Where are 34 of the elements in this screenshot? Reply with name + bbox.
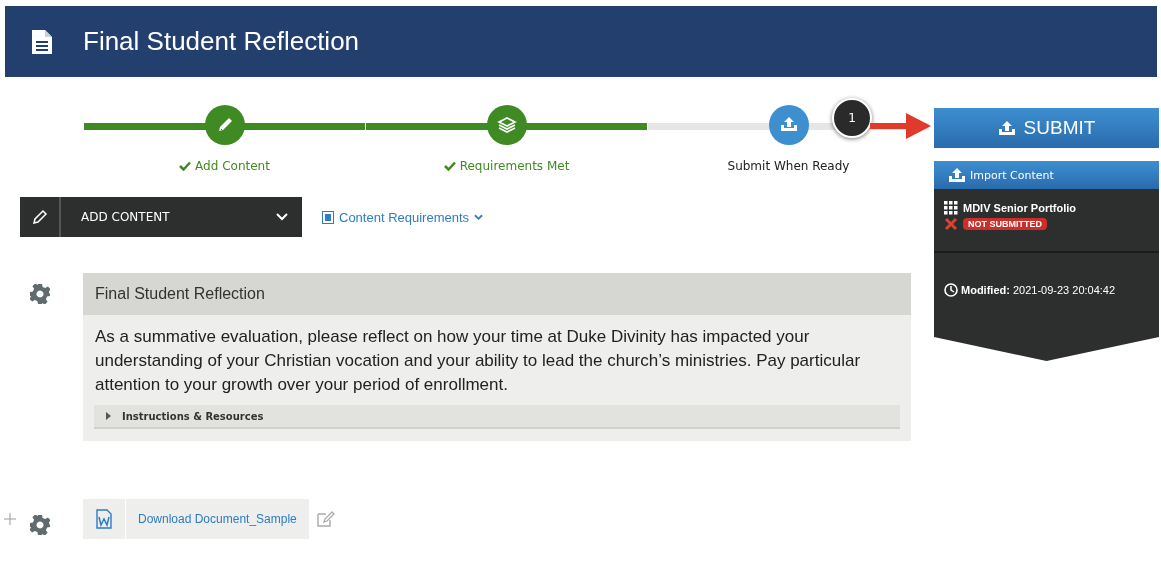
instructions-toggle[interactable]: Instructions & Resources (94, 405, 900, 429)
page-title: Final Student Reflection (83, 26, 360, 57)
step-label: Requirements Met (459, 159, 570, 173)
step-icon[interactable] (768, 105, 809, 145)
gear-icon[interactable] (30, 284, 50, 304)
card-body-text: As a summative evaluation, please reflect on how your time at Duke Divinity has impacted your understanding of your Christian vocation and your ability to lead the church’s ministries. Pay particular attention to your growth over your period of enrollment. (94, 326, 862, 396)
card-title: Final Student Reflection (83, 273, 911, 315)
cross-icon (944, 217, 958, 231)
modified-text: Modified: 2021-09-23 20:04:42 (961, 284, 1116, 296)
grid-icon (944, 201, 958, 215)
content-requirements-link[interactable]: Content Requirements (322, 209, 484, 225)
triangle-icon (104, 412, 112, 420)
import-content-header[interactable]: Import Content (934, 161, 1159, 189)
upload-icon (997, 120, 1016, 136)
pencil-icon (31, 209, 48, 225)
checkmark-icon (179, 161, 192, 171)
step-label: Add Content (195, 159, 270, 173)
portfolio-name: MDIV Senior Portfolio (963, 202, 1077, 214)
word-document-icon (96, 509, 112, 529)
chevron-down-icon (474, 213, 484, 221)
checkmark-icon (443, 161, 456, 171)
step-label: Submit When Ready (727, 159, 850, 173)
clock-icon (944, 283, 958, 297)
move-handle-icon[interactable] (4, 513, 16, 525)
chevron-down-icon (276, 213, 288, 221)
list-icon (322, 210, 334, 224)
edit-icon[interactable] (316, 511, 335, 527)
status-badge: NOT SUBMITTED (963, 218, 1047, 230)
upload-icon (948, 167, 966, 183)
gear-icon[interactable] (30, 514, 50, 535)
callout-arrow (870, 111, 932, 141)
submit-button[interactable]: SUBMIT (934, 108, 1159, 148)
callout-badge: 1 (832, 98, 872, 138)
document-icon (31, 28, 53, 55)
